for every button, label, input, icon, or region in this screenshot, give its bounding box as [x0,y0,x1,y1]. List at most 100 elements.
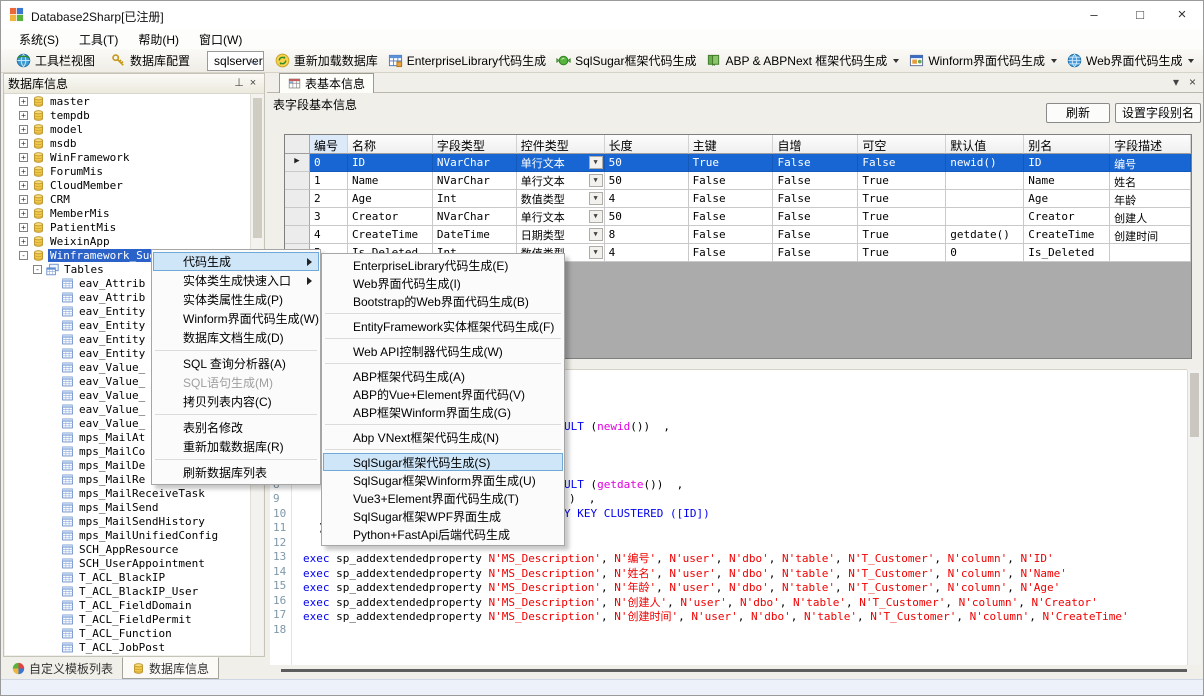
menu-item[interactable]: EnterpriseLibrary代码生成(E) [323,256,563,274]
grid-cell[interactable]: CreateTime [1024,226,1110,244]
grid-cell[interactable]: 8 [605,226,689,244]
grid-cell[interactable]: True [858,226,946,244]
tab-close-icon[interactable]: × [1189,75,1196,89]
grid-cell[interactable]: CreateTime [348,226,433,244]
code-horizontal-scrollbar[interactable] [281,669,1187,672]
menu-item[interactable]: SqlSugar框架Winform界面生成(U) [323,471,563,489]
menu-item[interactable]: 表别名修改 [153,418,319,437]
grid-cell[interactable]: NVarChar [433,208,517,226]
menu-item[interactable]: Web API控制器代码生成(W) [323,342,563,360]
grid-cell[interactable]: 单行文本▼ [517,172,605,190]
grid-cell[interactable]: True [858,208,946,226]
tree-item-database[interactable]: +MemberMis [5,206,250,220]
grid-cell[interactable]: 50 [605,154,689,172]
grid-column-header[interactable]: 字段类型 [433,135,517,154]
dropdown-button[interactable]: ▼ [589,192,603,205]
menu-item[interactable]: Bootstrap的Web界面代码生成(B) [323,292,563,310]
menu-item[interactable]: 数据库文档生成(D) [153,328,319,347]
tree-item-table[interactable]: mps_MailSend [5,500,250,514]
grid-cell[interactable] [946,172,1024,190]
tab-database-info[interactable]: 数据库信息 [122,657,219,679]
refresh-button[interactable]: 刷新 [1046,103,1110,123]
grid-cell[interactable]: False [773,208,858,226]
table-row[interactable]: 2AgeInt数值类型▼4FalseFalseTrueAge年龄 [285,190,1191,208]
grid-cell[interactable]: ID [348,154,433,172]
menu-item[interactable]: SQL语句生成(M) [153,373,319,392]
menu-item[interactable]: 重新加载数据库(R) [153,437,319,456]
menu-item[interactable]: Winform界面代码生成(W) [153,309,319,328]
grid-cell[interactable]: 创建人 [1110,208,1191,226]
grid-cell[interactable]: 3 [310,208,348,226]
grid-column-header[interactable]: 默认值 [946,135,1024,154]
grid-cell[interactable]: 0 [946,244,1024,262]
row-header-cell[interactable] [285,190,310,208]
tab-custom-templates[interactable]: 自定义模板列表 [3,657,122,679]
toolbar-button-refresh[interactable]: 重新加载数据库 [270,50,383,71]
menu-item[interactable]: Python+FastApi后端代码生成 [323,525,563,543]
grid-cell[interactable]: True [858,190,946,208]
grid-column-header[interactable]: 名称 [348,135,433,154]
grid-cell[interactable]: Name [1024,172,1110,190]
minimize-button[interactable]: – [1073,1,1115,29]
menu-item[interactable]: 拷贝列表内容(C) [153,392,319,411]
dropdown-button[interactable]: ▼ [589,156,603,169]
grid-cell[interactable]: 4 [605,244,689,262]
toolbar-button-web-globe[interactable]: Web界面代码生成 [1062,50,1199,71]
tab-table-info[interactable]: 表基本信息 [279,73,374,93]
tree-item-database[interactable]: +WeixinApp [5,234,250,248]
grid-cell[interactable]: 单行文本▼ [517,208,605,226]
menu-item[interactable]: Vue3+Element界面代码生成(T) [323,489,563,507]
menu-item[interactable]: EntityFramework实体框架代码生成(F) [323,317,563,335]
table-row[interactable]: 1NameNVarChar单行文本▼50FalseFalseTrueName姓名 [285,172,1191,190]
grid-cell[interactable] [1110,244,1191,262]
table-row[interactable]: 3CreatorNVarChar单行文本▼50FalseFalseTrueCre… [285,208,1191,226]
dropdown-button[interactable]: ▼ [589,210,603,223]
expander-icon[interactable]: - [19,251,28,260]
grid-column-header[interactable]: 主键 [689,135,774,154]
row-header-cell[interactable] [285,172,310,190]
tree-item-database[interactable]: +master [5,94,250,108]
grid-cell[interactable]: 编号 [1110,154,1191,172]
menu-item[interactable]: ABP框架代码生成(A) [323,367,563,385]
menu-item[interactable]: ABP的Vue+Element界面代码(V) [323,385,563,403]
tree-item-table[interactable]: mps_MailUnifiedConfig [5,528,250,542]
grid-cell[interactable]: 4 [605,190,689,208]
grid-cell[interactable]: Creator [1024,208,1110,226]
close-icon[interactable]: × [246,77,260,91]
grid-cell[interactable]: 日期类型▼ [517,226,605,244]
expander-icon[interactable]: + [19,223,28,232]
grid-cell[interactable]: 年龄 [1110,190,1191,208]
grid-column-header[interactable]: 字段描述 [1110,135,1191,154]
expander-icon[interactable]: - [33,265,42,274]
dropdown-button[interactable]: ▼ [589,246,603,259]
menu-item[interactable]: 实体类生成快速入口 [153,271,319,290]
grid-cell[interactable]: Age [1024,190,1110,208]
expander-icon[interactable]: + [19,97,28,106]
grid-cell[interactable]: 数值类型▼ [517,190,605,208]
menu-item-1[interactable]: 系统(S) [9,29,69,50]
toolbar-button-globe[interactable]: 工具栏视图 [11,50,100,71]
grid-cell[interactable]: getdate() [946,226,1024,244]
menu-item[interactable]: 实体类属性生成(P) [153,290,319,309]
grid-column-header[interactable]: 自增 [773,135,858,154]
menu-item[interactable]: 代码生成 [153,252,319,271]
menu-item[interactable]: SQL 查询分析器(A) [153,354,319,373]
database-type-select[interactable]: sqlserver [207,51,264,71]
grid-cell[interactable]: Age [348,190,433,208]
tree-item-database[interactable]: +tempdb [5,108,250,122]
tree-item-table[interactable]: T_ACL_LoginLog [5,654,250,655]
expander-icon[interactable]: + [19,167,28,176]
menu-item-3[interactable]: 帮助(H) [128,29,189,50]
grid-column-header[interactable]: 可空 [858,135,946,154]
grid-cell[interactable]: True [689,154,774,172]
tree-item-database[interactable]: +msdb [5,136,250,150]
grid-cell[interactable]: Creator [348,208,433,226]
tree-item-table[interactable]: T_ACL_FieldPermit [5,612,250,626]
tree-item-table[interactable]: T_ACL_JobPost [5,640,250,654]
expander-icon[interactable]: + [19,153,28,162]
grid-cell[interactable]: Is_Deleted [1024,244,1110,262]
grid-column-header[interactable]: 控件类型 [517,135,605,154]
tree-item-table[interactable]: mps_MailSendHistory [5,514,250,528]
expander-icon[interactable]: + [19,195,28,204]
menu-item-4[interactable]: 窗口(W) [189,29,252,50]
